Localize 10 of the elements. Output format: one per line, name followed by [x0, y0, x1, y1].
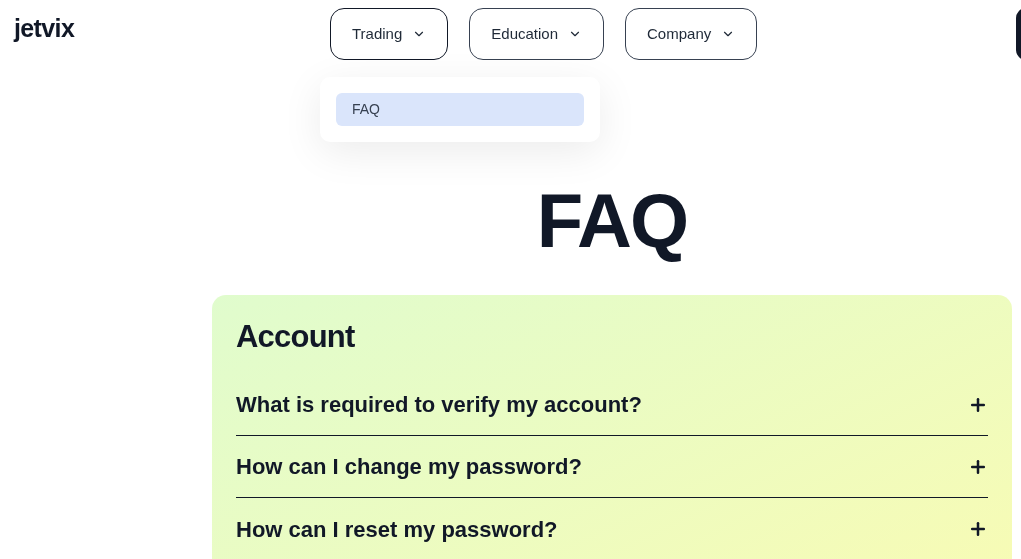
faq-question[interactable]: How can I change my password?	[236, 436, 988, 498]
plus-icon	[968, 519, 988, 539]
faq-question[interactable]: How can I reset my password?	[236, 498, 988, 559]
nav-dropdown-button[interactable]: Company	[625, 8, 758, 60]
nav-dropdown-button[interactable]: Education	[469, 8, 605, 60]
nav-dropdown-button[interactable]: Trading	[330, 8, 449, 60]
menu-item[interactable]: FAQ	[336, 93, 584, 126]
faq-question[interactable]: What is required to verify my account?	[236, 374, 988, 436]
logo[interactable]: jetvix	[14, 16, 75, 41]
section-title: Account	[236, 321, 356, 352]
